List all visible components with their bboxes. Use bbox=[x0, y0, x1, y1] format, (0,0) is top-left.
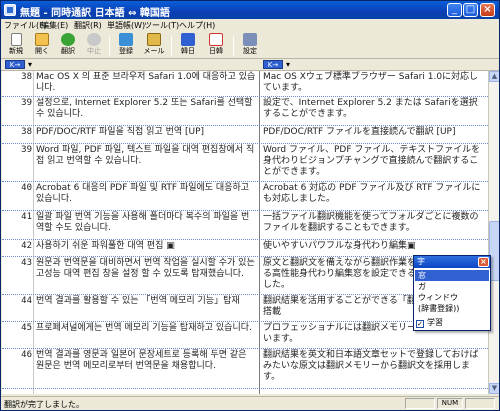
korean-japanese-icon bbox=[181, 33, 195, 46]
status-bar: 翻訳が完了しました。 NUM bbox=[1, 396, 499, 410]
menu-bar: ファイル(F) 編集(E) 翻訳(R) 単語帳(W) ツール(T) ヘルプ(H) bbox=[1, 19, 499, 32]
open-button[interactable]: 開く bbox=[31, 33, 53, 59]
app-window: 無題 - 同時通訳 日本語 ⇔ 韓国語 _ □ × ファイル(F) 編集(E) … bbox=[0, 0, 500, 411]
minimize-button[interactable]: _ bbox=[447, 3, 462, 17]
line-number: 38 bbox=[21, 72, 32, 82]
source-text[interactable]: 프로페셔널에게는 번역 메모리 기능을 탑재하고 있습니다. bbox=[36, 323, 256, 334]
japanese-korean-button[interactable]: 日韓 bbox=[203, 33, 229, 59]
sentence-row[interactable]: 38 Mac OS X 의 표준 브라우저 Safari 1.0에 대응하고 있… bbox=[2, 71, 488, 97]
close-button[interactable]: × bbox=[480, 3, 495, 17]
toolbar-separator bbox=[233, 36, 234, 56]
sentence-row[interactable]: 39 설정으로, Internet Explorer 5.2 또는 Safari… bbox=[2, 97, 488, 126]
alternative-list: 窓 ガ ウィンドウ (辞書登録)) bbox=[415, 270, 489, 314]
toolbar: 新規 開く 翻訳 中止 登録 メール 韓日 日韓 設定 bbox=[1, 32, 499, 59]
line-number: 45 bbox=[21, 323, 32, 333]
line-number: 42 bbox=[21, 241, 32, 251]
translate-icon bbox=[61, 33, 75, 46]
alternative-item[interactable]: 窓 bbox=[415, 270, 489, 281]
settings-button[interactable]: 設定 bbox=[239, 33, 261, 59]
target-text[interactable]: 設定で、Internet Explorer 5.2 または Safariを選択す… bbox=[263, 98, 485, 120]
alternative-item[interactable]: ウィンドウ bbox=[415, 292, 489, 303]
popup-close-icon[interactable]: × bbox=[478, 257, 489, 267]
alternative-item[interactable]: ガ bbox=[415, 281, 489, 292]
stop-icon bbox=[87, 33, 101, 46]
scroll-down-icon[interactable]: ▼ bbox=[489, 383, 499, 394]
stop-button[interactable]: 中止 bbox=[83, 33, 105, 59]
line-number: 38 bbox=[21, 127, 32, 137]
language-header: K→ K→ bbox=[1, 59, 499, 71]
status-panel bbox=[465, 398, 495, 409]
source-text[interactable]: 번역 결과를 활용할 수 있는 「번역 메모리 기능」탑재 bbox=[36, 296, 256, 307]
title-bar: 無題 - 同時通訳 日本語 ⇔ 韓国語 _ □ × bbox=[1, 1, 499, 19]
new-button[interactable]: 新規 bbox=[5, 33, 27, 59]
sentence-row[interactable]: 39 Word 파일, PDF 파일, 텍스트 파일을 대역 편집창에서 직접 … bbox=[2, 144, 488, 182]
source-text[interactable]: 번역 결과를 영문과 일본어 문장세트로 등록해 두면 같은 원문은 번역 메모… bbox=[36, 350, 256, 372]
source-text[interactable]: 사용하기 쉬운 파워풀한 대역 편집 ▣ bbox=[36, 241, 256, 252]
line-number: 44 bbox=[21, 296, 32, 306]
line-number: 39 bbox=[21, 145, 32, 155]
line-number: 39 bbox=[21, 98, 32, 108]
japanese-korean-icon bbox=[209, 33, 223, 46]
alternative-item[interactable]: (辞書登録)) bbox=[415, 303, 489, 314]
source-text[interactable]: PDF/DOC/RTF 파일을 직접 읽고 번역 [UP] bbox=[36, 127, 256, 138]
menu-edit[interactable]: 編集(E) bbox=[41, 20, 68, 31]
window-title: 無題 - 同時通訳 日本語 ⇔ 韓国語 bbox=[20, 8, 170, 19]
toolbar-separator bbox=[171, 36, 172, 56]
alternative-words-popup: 字 × 窓 ガ ウィンドウ (辞書登録)) ✓ 学習 bbox=[413, 255, 491, 331]
scroll-up-icon[interactable]: ▲ bbox=[489, 71, 499, 82]
source-text[interactable]: Acrobat 6 대응의 PDF 파일 및 RTF 파일에도 대응하고 있습니… bbox=[36, 183, 256, 205]
target-text[interactable]: Word ファイル、PDF ファイル、テキストファイルを身代わりビジョンプチャン… bbox=[263, 145, 485, 178]
learn-checkbox[interactable]: ✓ 学習 bbox=[416, 317, 488, 328]
sentence-row[interactable]: 41 일괄 파일 번역 기능을 사용해 폴더마다 복수의 파일을 번역할 수도 … bbox=[2, 211, 488, 240]
status-message: 翻訳が完了しました。 bbox=[4, 400, 84, 409]
register-button[interactable]: 登録 bbox=[115, 33, 137, 59]
sentence-row[interactable]: 46 번역 결과를 영문과 일본어 문장세트로 등록해 두면 같은 원문은 번역… bbox=[2, 349, 488, 389]
settings-icon bbox=[243, 33, 257, 46]
sentence-row[interactable]: 38 PDF/DOC/RTF 파일을 직접 읽고 번역 [UP] PDF/DOC… bbox=[2, 126, 488, 144]
translate-button[interactable]: 翻訳 bbox=[57, 33, 79, 59]
target-text[interactable]: Mac OS Xウェブ標準ブラウザー Safari 1.0に対応しています。 bbox=[263, 72, 485, 94]
folder-open-icon bbox=[35, 33, 49, 46]
line-number: 43 bbox=[21, 258, 32, 268]
target-text[interactable]: Acrobat 6 対応の PDF ファイル及び RTF ファイルにも対応しまし… bbox=[263, 183, 485, 205]
source-text[interactable]: 설정으로, Internet Explorer 5.2 또는 Safari를 선… bbox=[36, 98, 256, 120]
line-number: 40 bbox=[21, 183, 32, 193]
source-text[interactable]: Mac OS X 의 표준 브라우저 Safari 1.0에 대응하고 있습니다… bbox=[36, 72, 256, 94]
status-panel bbox=[405, 398, 435, 409]
num-lock-indicator: NUM bbox=[437, 398, 463, 409]
mail-button[interactable]: メール bbox=[141, 33, 167, 59]
vertical-scrollbar[interactable]: ▲ ▼ bbox=[488, 71, 499, 394]
target-language-select[interactable]: K→ bbox=[263, 60, 290, 69]
toolbar-separator bbox=[109, 36, 110, 56]
app-icon bbox=[4, 4, 16, 16]
target-text[interactable]: 一括ファイル翻訳機能を使ってフォルダごとに複数のファイルを翻訳することもできます… bbox=[263, 212, 485, 234]
checkmark-icon: ✓ bbox=[416, 320, 424, 328]
menu-help[interactable]: ヘルプ(H) bbox=[179, 20, 215, 31]
mail-icon bbox=[147, 33, 161, 46]
target-text[interactable]: PDF/DOC/RTF ファイルを直接読んで翻訳 [UP] bbox=[263, 127, 485, 138]
source-text[interactable]: 일괄 파일 번역 기능을 사용해 폴더마다 복수의 파일을 번역할 수도 있습니… bbox=[36, 212, 256, 234]
korean-japanese-button[interactable]: 韓日 bbox=[177, 33, 199, 59]
target-text[interactable]: 翻訳結果を英文和日本語文章セットで登録しておけばみたいな原文は翻訳メモリーから翻… bbox=[263, 350, 485, 383]
line-number: 46 bbox=[21, 350, 32, 360]
parallel-editor[interactable]: 38 Mac OS X 의 표준 브라우저 Safari 1.0에 대응하고 있… bbox=[2, 71, 488, 394]
menu-wordbook[interactable]: 単語帳(W) bbox=[107, 20, 145, 31]
learn-checkbox-label: 学習 bbox=[427, 318, 443, 327]
menu-tools[interactable]: ツール(T) bbox=[144, 20, 179, 31]
source-text[interactable]: 원문과 번역문을 대비하면서 번역 작업을 실시할 수가 있는 고성능 대역 편… bbox=[36, 258, 256, 280]
line-number: 41 bbox=[21, 212, 32, 222]
source-language-select[interactable]: K→ bbox=[5, 60, 32, 69]
sentence-row[interactable]: 40 Acrobat 6 대응의 PDF 파일 및 RTF 파일에도 대응하고 … bbox=[2, 182, 488, 211]
register-icon bbox=[119, 33, 133, 46]
menu-translate[interactable]: 翻訳(R) bbox=[74, 20, 102, 31]
target-text[interactable]: 使いやすいパワフルな身代わり編集▣ bbox=[263, 241, 485, 252]
maximize-button[interactable]: □ bbox=[463, 3, 478, 17]
source-text[interactable]: Word 파일, PDF 파일, 텍스트 파일을 대역 편집창에서 직접 읽고 … bbox=[36, 145, 256, 167]
new-document-icon bbox=[10, 33, 22, 46]
